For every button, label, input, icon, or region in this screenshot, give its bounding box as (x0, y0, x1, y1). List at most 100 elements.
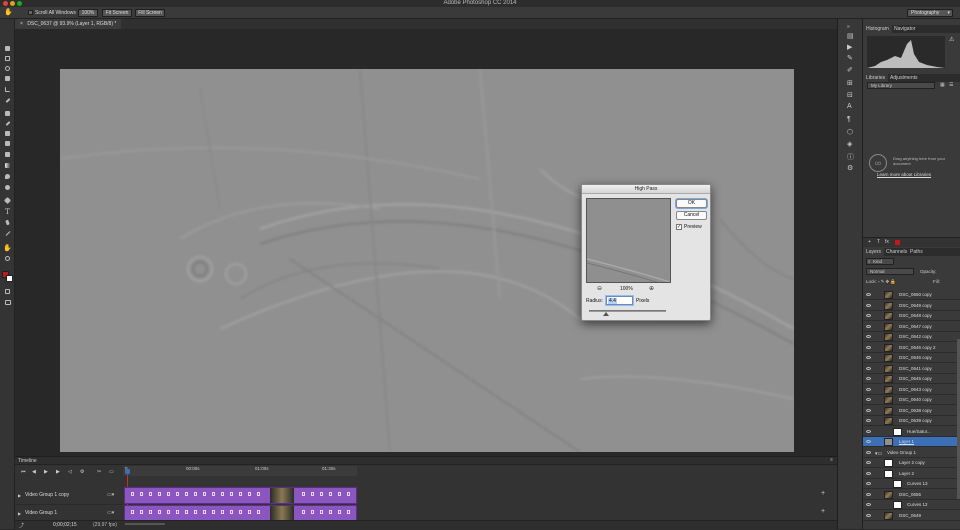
first-frame-icon[interactable]: ⏮ (21, 469, 26, 475)
time-ruler[interactable]: 0 00:00s 01:00s 01:30s (123, 466, 357, 476)
track-options-icon[interactable]: ▭▾ (107, 510, 114, 516)
histogram-warning-icon[interactable]: ⚠ (949, 36, 954, 43)
visibility-eye-icon[interactable] (866, 471, 871, 475)
line-tool-icon[interactable] (3, 229, 12, 238)
next-frame-icon[interactable]: ▶ (56, 469, 60, 475)
visibility-eye-icon[interactable] (866, 482, 871, 485)
pen-tool-icon[interactable] (3, 196, 12, 205)
tab-paths[interactable]: Paths (907, 248, 926, 256)
visibility-eye-icon[interactable] (866, 450, 871, 454)
tab-histogram[interactable]: Histogram (863, 25, 892, 33)
brush-tool-icon[interactable] (3, 119, 12, 128)
radius-slider-track[interactable] (589, 310, 666, 312)
expand-track-icon[interactable]: ▶ (18, 511, 21, 516)
quick-mask-icon[interactable] (3, 287, 12, 296)
zoom-out-icon[interactable]: ⊖ (597, 285, 602, 292)
tool-presets-icon[interactable]: ⊟ (847, 91, 853, 99)
visibility-eye-icon[interactable] (866, 387, 871, 391)
add-text-icon[interactable]: T (877, 239, 880, 245)
visibility-eye-icon[interactable] (866, 335, 871, 338)
layer-row[interactable]: DSC_0650 copy (863, 290, 960, 300)
crop-tool-icon[interactable] (3, 85, 12, 94)
character-icon[interactable]: A (847, 103, 852, 110)
visibility-eye-icon[interactable] (866, 324, 871, 328)
layer-row[interactable]: DSC_0646 copy (863, 353, 960, 363)
quick-selection-tool-icon[interactable] (3, 74, 12, 83)
layer-row[interactable]: DSC_0646 copy 2 (863, 343, 960, 353)
3d-icon[interactable]: ◈ (847, 140, 852, 148)
lasso-tool-icon[interactable] (3, 64, 12, 73)
close-window-icon[interactable] (3, 1, 8, 6)
visibility-eye-icon[interactable] (866, 345, 871, 349)
cancel-button[interactable]: Cancel (676, 211, 707, 220)
properties-icon[interactable]: ⚙ (847, 164, 853, 172)
history-brush-tool-icon[interactable] (3, 139, 12, 148)
eyedropper-tool-icon[interactable] (3, 96, 12, 105)
layer-row[interactable]: Curves 13 (863, 479, 960, 489)
gradient-tool-icon[interactable] (3, 161, 12, 170)
visibility-eye-icon[interactable] (866, 356, 871, 359)
brush-presets-icon[interactable]: ✎ (847, 54, 853, 62)
zoom-window-icon[interactable] (17, 1, 22, 6)
info-icon[interactable]: ⓘ (847, 152, 854, 162)
eraser-tool-icon[interactable] (3, 150, 12, 159)
audio-icon[interactable]: ◁ (68, 469, 72, 475)
fit-screen-button[interactable]: Fit Screen (102, 9, 132, 17)
add-media-icon[interactable]: + (821, 508, 825, 515)
layer-row[interactable]: DSC_0655 (863, 490, 960, 500)
hand-tool-icon-toolbar[interactable]: ✋ (3, 243, 12, 252)
layer-row[interactable]: Curves 12 (863, 500, 960, 510)
visibility-eye-icon[interactable] (866, 440, 871, 443)
radius-slider-thumb[interactable] (602, 312, 609, 316)
zoom-100-button[interactable]: 100% (78, 9, 98, 17)
layer-row[interactable]: DSC_0649 copy (863, 301, 960, 311)
visibility-eye-icon[interactable] (866, 513, 871, 517)
document-tab[interactable]: × DSC_0637 @ 93.9% (Layer 1, RGB/8) * (15, 19, 122, 29)
split-scissors-icon[interactable]: ✂ (97, 469, 101, 475)
settings-gear-icon[interactable]: ⚙ (80, 469, 84, 475)
visibility-eye-icon[interactable] (866, 492, 871, 496)
previous-frame-icon[interactable]: ◀ (32, 469, 36, 475)
layer-row[interactable]: DSC_0641 copy (863, 364, 960, 374)
visibility-eye-icon[interactable] (866, 293, 871, 296)
panel-menu-icon[interactable]: ≡ (830, 457, 833, 463)
path-selection-tool-icon[interactable] (3, 218, 12, 227)
styles-icon[interactable]: ⬡ (847, 128, 853, 136)
screen-mode-icon[interactable] (3, 298, 12, 307)
layer-row[interactable]: Hue/Satur... (863, 427, 960, 437)
visibility-eye-icon[interactable] (866, 461, 871, 464)
radius-input[interactable]: 4.4 (606, 296, 633, 305)
layer-row[interactable]: ▾▭ Video Group 1 (863, 448, 960, 458)
layer-row[interactable]: DSC_0638 copy (863, 406, 960, 416)
add-layer-style-icon[interactable]: fx (885, 239, 889, 245)
layer-row[interactable]: DSC_0645 copy (863, 374, 960, 384)
minimize-window-icon[interactable] (10, 1, 15, 6)
convert-frame-animation-icon[interactable]: ⤴ (19, 522, 24, 529)
layer-row[interactable]: Layer 2 copy (863, 458, 960, 468)
layer-row[interactable]: DSC_0649 (863, 511, 960, 521)
actions-play-icon[interactable]: ▶ (847, 43, 852, 51)
layer-filter-select[interactable]: ⌕ Kind (866, 258, 894, 265)
zoom-tool-icon[interactable] (3, 254, 12, 263)
zoom-slider-track[interactable] (125, 523, 165, 525)
fill-screen-button[interactable]: Fill Screen (135, 9, 165, 17)
clone-source-icon[interactable]: ⊞ (847, 79, 853, 87)
layer-row[interactable]: Layer 2 (863, 469, 960, 479)
brush-icon[interactable]: ✐ (847, 66, 853, 74)
layer-row[interactable]: Layer 1 (863, 437, 960, 447)
layer-row[interactable]: DSC_0640 copy (863, 395, 960, 405)
lock-icons[interactable]: ▫✎✥🔒 (878, 279, 897, 285)
healing-brush-tool-icon[interactable] (3, 109, 12, 118)
layer-row[interactable]: DSC_0643 copy (863, 385, 960, 395)
layer-row[interactable]: DSC_0639 copy (863, 416, 960, 426)
layer-row[interactable]: DSC_0647 copy (863, 322, 960, 332)
visibility-eye-icon[interactable] (866, 398, 871, 401)
visibility-eye-icon[interactable] (866, 408, 871, 412)
library-grid-view-icon[interactable]: ▦ (940, 82, 945, 88)
scroll-all-windows-checkbox[interactable] (28, 10, 33, 15)
library-select[interactable]: My Library (867, 82, 935, 89)
background-color-swatch[interactable] (6, 275, 13, 282)
blur-tool-icon[interactable] (3, 172, 12, 181)
layer-row[interactable]: DSC_0648 copy (863, 311, 960, 321)
marquee-tool-icon[interactable] (3, 54, 12, 63)
